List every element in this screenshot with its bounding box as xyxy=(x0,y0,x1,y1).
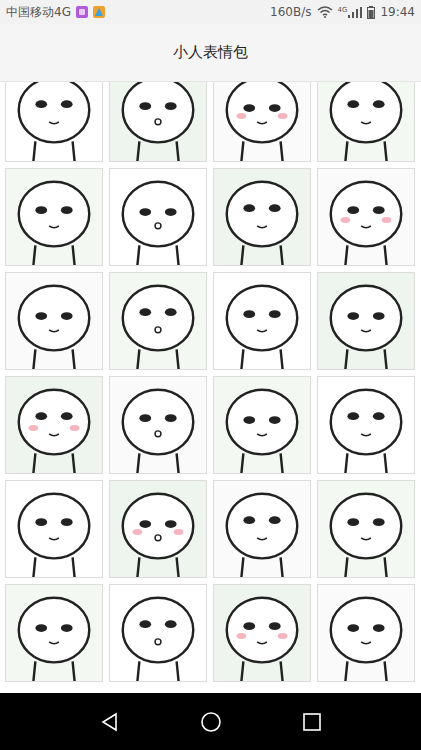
sticker[interactable] xyxy=(317,376,415,474)
network-type: 4G xyxy=(338,7,348,14)
sticker[interactable] xyxy=(317,168,415,266)
sticker[interactable] xyxy=(109,82,207,162)
meme-face-icon xyxy=(6,272,102,370)
meme-face-icon xyxy=(318,272,414,370)
sticker[interactable] xyxy=(109,584,207,682)
meme-face-icon xyxy=(110,376,206,474)
meme-face-icon xyxy=(318,376,414,474)
meme-face-icon xyxy=(214,82,310,162)
sticker[interactable] xyxy=(109,272,207,370)
meme-face-icon xyxy=(318,82,414,162)
battery-icon xyxy=(367,6,375,19)
sticker[interactable] xyxy=(5,82,103,162)
sticker[interactable] xyxy=(109,480,207,578)
back-icon[interactable] xyxy=(100,712,120,732)
sticker[interactable] xyxy=(213,584,311,682)
sticker[interactable] xyxy=(213,168,311,266)
sticker[interactable] xyxy=(317,82,415,162)
sticker[interactable] xyxy=(213,272,311,370)
meme-face-icon xyxy=(318,168,414,266)
clock: 19:44 xyxy=(380,3,415,21)
wifi-icon xyxy=(317,6,333,18)
meme-face-icon xyxy=(214,168,310,266)
sticker[interactable] xyxy=(109,376,207,474)
meme-face-icon xyxy=(214,480,310,578)
sticker[interactable] xyxy=(317,272,415,370)
navigation-bar xyxy=(0,693,421,750)
meme-face-icon xyxy=(110,584,206,682)
network-speed: 160B/s xyxy=(270,3,311,21)
meme-face-icon xyxy=(214,376,310,474)
meme-face-icon xyxy=(6,376,102,474)
meme-face-icon xyxy=(110,82,206,162)
recent-apps-icon[interactable] xyxy=(303,713,321,731)
sticker[interactable] xyxy=(213,82,311,162)
title-bar: 小人表情包 xyxy=(0,24,421,82)
meme-face-icon xyxy=(214,584,310,682)
signal: 4G xyxy=(338,7,363,18)
sticker[interactable] xyxy=(213,376,311,474)
app-notification-icon xyxy=(76,6,88,18)
meme-face-icon xyxy=(6,480,102,578)
meme-face-icon xyxy=(6,584,102,682)
meme-face-icon xyxy=(318,480,414,578)
sticker[interactable] xyxy=(5,168,103,266)
status-bar: 中国移动4G 160B/s 4G 19:44 xyxy=(0,0,421,24)
signal-icon xyxy=(348,7,362,18)
sticker[interactable] xyxy=(109,168,207,266)
sticker[interactable] xyxy=(5,376,103,474)
home-icon[interactable] xyxy=(200,711,222,733)
sticker[interactable] xyxy=(317,584,415,682)
meme-face-icon xyxy=(110,480,206,578)
page-title: 小人表情包 xyxy=(173,41,248,64)
meme-face-icon xyxy=(318,584,414,682)
sticker[interactable] xyxy=(5,480,103,578)
sticker-list[interactable] xyxy=(0,82,421,693)
meme-face-icon xyxy=(6,82,102,162)
sticker[interactable] xyxy=(213,480,311,578)
carrier-label: 中国移动4G xyxy=(6,3,71,21)
sticker[interactable] xyxy=(5,584,103,682)
meme-face-icon xyxy=(110,272,206,370)
meme-face-icon xyxy=(110,168,206,266)
gallery-notification-icon xyxy=(93,6,105,18)
sticker[interactable] xyxy=(5,272,103,370)
meme-face-icon xyxy=(214,272,310,370)
meme-face-icon xyxy=(6,168,102,266)
sticker[interactable] xyxy=(317,480,415,578)
